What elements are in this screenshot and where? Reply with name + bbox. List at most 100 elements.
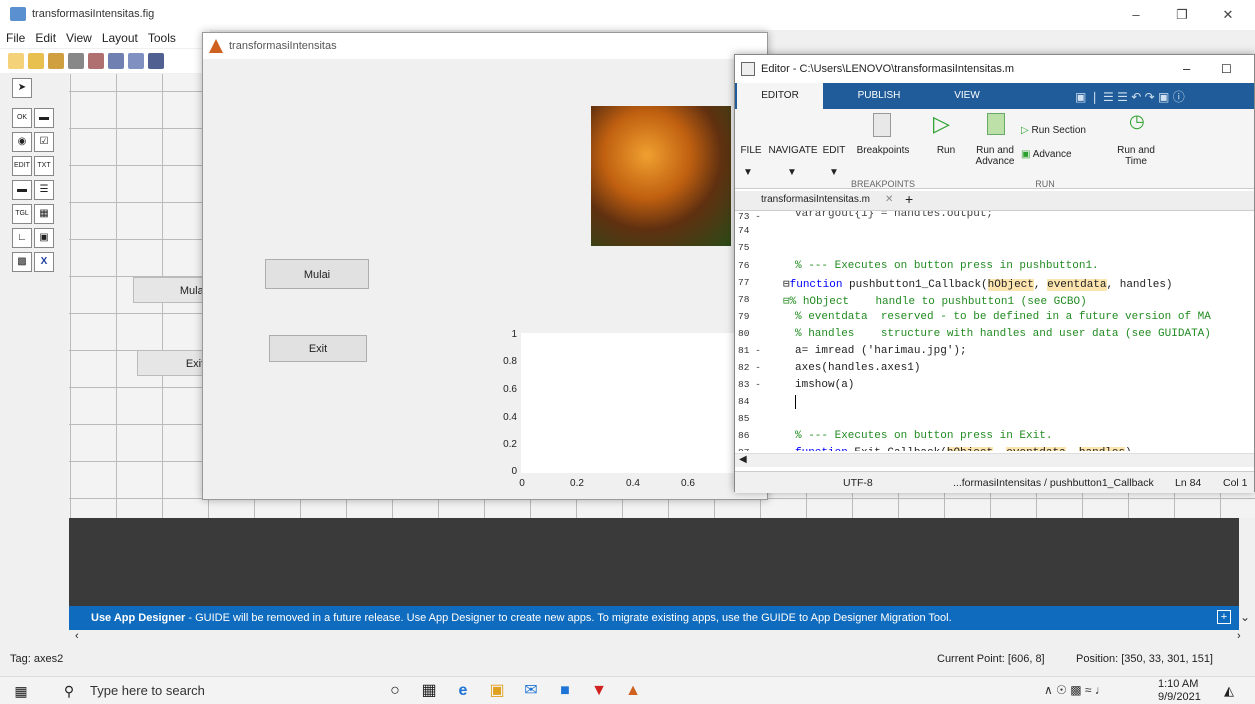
fold-icon[interactable]: ⊟	[783, 296, 790, 308]
system-tray-icons[interactable]: ∧ ☉ ▩ ≈ ♩	[1044, 683, 1107, 697]
edit-dropdown-icon[interactable]: ▼	[829, 167, 839, 178]
clock-time[interactable]: 1:10 AM	[1158, 678, 1198, 690]
editor-titlebar: Editor - C:\Users\LENOVO\transformasiInt…	[735, 55, 1254, 83]
ytick-label: 0.8	[503, 356, 517, 367]
axes2[interactable]	[521, 333, 769, 473]
line-number: 80	[738, 328, 750, 339]
run-advance-icon[interactable]	[987, 113, 1005, 135]
mail-icon[interactable]: ✉	[520, 680, 542, 702]
maximize-button[interactable]: ❐	[1159, 0, 1205, 30]
matlab-taskbar-icon[interactable]: ▲	[622, 680, 644, 702]
editor-hscrollbar[interactable]: ◀	[735, 453, 1254, 467]
editor-window: Editor - C:\Users\LENOVO\transformasiInt…	[734, 54, 1255, 493]
pushbutton-tool-icon[interactable]: OK	[12, 108, 32, 128]
activex-tool-icon[interactable]: X	[34, 252, 54, 272]
breakpoints-icon[interactable]	[873, 113, 891, 137]
guide-app-icon	[10, 7, 26, 21]
windows-taskbar: ▦ ⚲ Type here to search ○ ▦ e ▣ ✉ ■ ▼ ▲ …	[0, 676, 1255, 704]
line-number: 86	[738, 430, 750, 441]
menu-layout[interactable]: Layout	[97, 28, 143, 48]
table-tool-icon[interactable]: ▦	[34, 204, 54, 224]
navigate-dropdown-icon[interactable]: ▼	[787, 167, 797, 178]
app-l-icon[interactable]: ■	[554, 680, 576, 702]
security-icon[interactable]: ▼	[588, 680, 610, 702]
edge-icon[interactable]: e	[452, 680, 474, 702]
eventdata-token: eventdata	[1047, 279, 1107, 291]
banner-bold[interactable]: Use App Designer	[91, 612, 185, 624]
file-explorer-icon[interactable]: ▣	[486, 680, 508, 702]
scroll-right-icon[interactable]: ›	[1237, 630, 1241, 642]
run-icon[interactable]: ▷	[933, 111, 950, 137]
copy-icon[interactable]	[108, 53, 124, 69]
search-icon[interactable]: ⚲	[58, 680, 80, 702]
taskbar-search-input[interactable]: Type here to search	[90, 683, 205, 698]
scroll-down-icon[interactable]: ⌄	[1240, 610, 1250, 624]
axes-tool-icon[interactable]: ∟	[12, 228, 32, 248]
windows-start-icon[interactable]: ▦	[10, 680, 32, 702]
edittext-tool-icon[interactable]: EDIT	[12, 156, 32, 176]
editor-minimize-button[interactable]: –	[1183, 55, 1190, 83]
code-area[interactable]: 73 - varargout{1} = handles.output; 74 75…	[735, 211, 1254, 451]
advance-button[interactable]: ▣ Advance	[1017, 149, 1091, 160]
line-number: 77	[738, 277, 750, 288]
quick-access-toolbar[interactable]: ▣ ❘ ☰ ☰ ↶ ↷ ▣ ⓘ	[1075, 88, 1245, 104]
undo-icon[interactable]	[148, 53, 164, 69]
exit-button[interactable]: Exit	[269, 335, 367, 362]
statictext-tool-icon[interactable]: TXT	[34, 156, 54, 176]
tab-view[interactable]: VIEW	[935, 83, 999, 109]
file-dropdown-icon[interactable]: ▼	[743, 167, 753, 178]
select-tool-icon[interactable]: ➤	[12, 78, 32, 98]
clock-date[interactable]: 9/9/2021	[1158, 691, 1201, 703]
menu-file[interactable]: File	[0, 28, 30, 48]
code-line: % handles structure with handles and use…	[795, 328, 1211, 340]
listbox-tool-icon[interactable]: ☰	[34, 180, 54, 200]
doc-tab-close-icon[interactable]: ✕	[885, 194, 893, 205]
file-group[interactable]: FILE	[737, 145, 765, 156]
buttongroup-tool-icon[interactable]: ▩	[12, 252, 32, 272]
scroll-left-icon[interactable]: ‹	[75, 630, 79, 642]
notification-icon[interactable]: ◭	[1218, 680, 1240, 702]
run-section-button[interactable]: ▷ Run Section	[1017, 125, 1109, 136]
mulai-button[interactable]: Mulai	[265, 259, 369, 289]
fold-icon[interactable]: ⊟	[783, 279, 790, 291]
layout-mulai-button[interactable]: Mulai	[133, 277, 213, 303]
toggle-tool-icon[interactable]: TGL	[12, 204, 32, 224]
popup-tool-icon[interactable]: ▬	[12, 180, 32, 200]
line-number: 73 -	[738, 211, 761, 222]
task-view-icon[interactable]: ▦	[418, 680, 440, 702]
xtick-label: 0.6	[681, 478, 695, 489]
menu-tools[interactable]: Tools	[143, 28, 181, 48]
scroll-left-icon[interactable]: ◀	[739, 454, 747, 465]
slider-tool-icon[interactable]: ▬	[34, 108, 54, 128]
menu-edit[interactable]: Edit	[30, 28, 61, 48]
doc-tab[interactable]: transformasiIntensitas.m	[761, 194, 870, 205]
edit-group[interactable]: EDIT	[821, 145, 847, 156]
breakpoints-button[interactable]: Breakpoints	[851, 145, 915, 156]
edit-icon[interactable]	[48, 53, 64, 69]
code-line: % eventdata reserved - to be defined in …	[795, 311, 1211, 323]
close-button[interactable]: ✕	[1205, 0, 1251, 30]
new-tab-icon[interactable]: +	[905, 191, 913, 207]
new-icon[interactable]	[8, 53, 24, 69]
expand-icon[interactable]: +	[1217, 610, 1231, 624]
menu-view[interactable]: View	[61, 28, 97, 48]
code-line: % --- Executes on button press in Exit.	[795, 430, 1053, 442]
tab-publish[interactable]: PUBLISH	[839, 83, 919, 109]
panel-tool-icon[interactable]: ▣	[34, 228, 54, 248]
tab-editor[interactable]: EDITOR	[737, 83, 823, 109]
checkbox-tool-icon[interactable]: ☑	[34, 132, 54, 152]
save-icon[interactable]	[68, 53, 84, 69]
cortana-icon[interactable]: ○	[384, 680, 406, 702]
run-time-button[interactable]: Run and Time	[1109, 145, 1163, 167]
navigate-group[interactable]: NAVIGATE	[765, 145, 821, 156]
editor-maximize-button[interactable]: ☐	[1221, 55, 1232, 83]
minimize-button[interactable]: –	[1113, 0, 1159, 30]
horizontal-scrollbar[interactable]: ‹ ›	[69, 630, 1255, 644]
run-time-icon[interactable]: ◷	[1129, 111, 1145, 132]
cut-icon[interactable]	[88, 53, 104, 69]
paste-icon[interactable]	[128, 53, 144, 69]
run-button[interactable]: Run	[933, 145, 959, 156]
run-section-label: Run Section	[1031, 125, 1086, 136]
radiobutton-tool-icon[interactable]: ◉	[12, 132, 32, 152]
open-icon[interactable]	[28, 53, 44, 69]
